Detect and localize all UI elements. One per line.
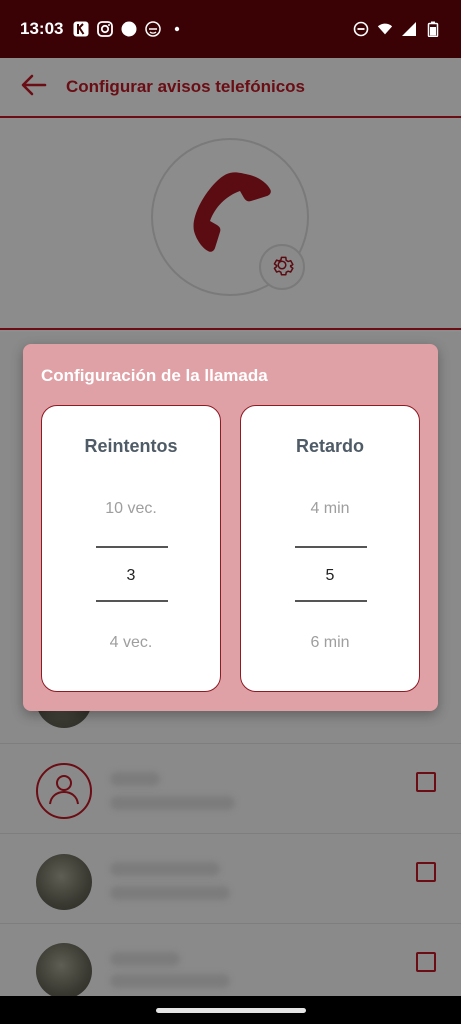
k-app-icon xyxy=(73,21,89,37)
delay-label: Retardo xyxy=(295,436,364,456)
battery-icon xyxy=(425,21,441,37)
blurred-text xyxy=(110,952,180,966)
instagram-icon xyxy=(97,21,114,37)
delay-option-above[interactable]: 4 min xyxy=(241,500,419,518)
dialog-title: Configuración de la llamada xyxy=(41,366,268,385)
blurred-text xyxy=(110,974,230,988)
notification-icons xyxy=(73,21,185,37)
settings-button[interactable] xyxy=(259,244,305,290)
delay-option-below[interactable]: 6 min xyxy=(241,634,419,652)
phone-header xyxy=(0,120,461,330)
avatar xyxy=(36,943,92,999)
person-icon xyxy=(47,772,81,811)
blurred-text xyxy=(110,862,220,876)
gear-icon xyxy=(269,252,295,283)
picker-divider xyxy=(96,600,168,602)
retries-selected-value[interactable]: 3 xyxy=(42,567,220,585)
circle-icon xyxy=(121,21,137,37)
contact-checkbox[interactable] xyxy=(416,862,436,882)
list-item[interactable] xyxy=(0,744,461,834)
retries-label: Reintentos xyxy=(84,436,178,456)
emoji-icon xyxy=(145,21,162,37)
more-notifications-dot-icon xyxy=(169,21,185,37)
retries-option-above[interactable]: 10 vec. xyxy=(42,500,220,518)
blurred-text xyxy=(110,796,235,810)
list-item[interactable] xyxy=(0,924,461,999)
system-icons xyxy=(353,21,441,37)
contact-checkbox[interactable] xyxy=(416,952,436,972)
app-bar: Configurar avisos telefónicos xyxy=(0,58,461,118)
blurred-text xyxy=(110,886,230,900)
retries-option-below[interactable]: 4 vec. xyxy=(42,634,220,652)
list-item[interactable] xyxy=(0,834,461,924)
retries-picker[interactable]: Reintentos 10 vec. 3 4 vec. xyxy=(41,405,221,692)
contact-checkbox[interactable] xyxy=(416,772,436,792)
status-time: 13:03 xyxy=(20,19,64,38)
home-gesture-handle[interactable] xyxy=(155,1007,306,1013)
picker-divider xyxy=(96,546,168,548)
status-bar: 13:03 xyxy=(0,0,461,58)
delay-selected-value[interactable]: 5 xyxy=(241,567,419,585)
wifi-icon xyxy=(377,21,393,37)
page-title: Configurar avisos telefónicos xyxy=(66,77,305,96)
avatar xyxy=(36,854,92,910)
picker-divider xyxy=(295,600,367,602)
back-arrow-icon xyxy=(21,74,47,101)
phone-handset-icon xyxy=(184,169,276,266)
avatar xyxy=(36,763,92,819)
call-settings-dialog: Configuración de la llamada Reintentos 1… xyxy=(23,344,438,711)
picker-divider xyxy=(295,546,367,548)
back-button[interactable] xyxy=(4,57,64,117)
do-not-disturb-icon xyxy=(353,21,369,37)
navigation-bar xyxy=(0,996,461,1024)
delay-picker[interactable]: Retardo 4 min 5 6 min xyxy=(240,405,420,692)
blurred-text xyxy=(110,772,160,786)
signal-icon xyxy=(401,21,417,37)
